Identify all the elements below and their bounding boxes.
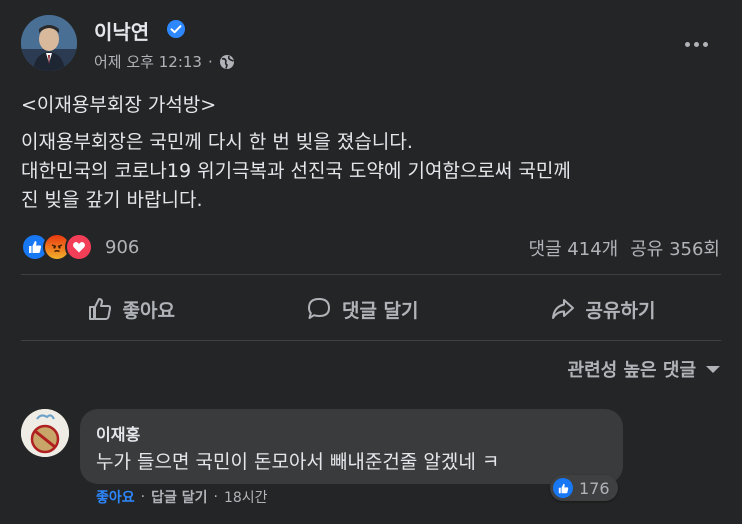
comment-reaction-badge[interactable]: 176 [550,475,618,501]
comment-time[interactable]: 18시간 [224,487,268,507]
divider [21,274,721,275]
share-button-label: 공유하기 [585,299,656,322]
separator: · [140,489,146,505]
post-title: <이재용부회장 가석방> [21,94,217,116]
separator: · [213,489,218,505]
post-time[interactable]: 어제 오후 12:13 [94,51,202,72]
commenter-name[interactable]: 이재홍 [96,421,140,445]
comment-like-button[interactable]: 좋아요 [96,487,135,507]
comment-button-label: 댓글 달기 [341,299,419,322]
comment-sort-label: 관련성 높은 댓글 [567,360,696,381]
share-arrow-icon [551,299,574,319]
comment-bubble: 이재홍 누가 들으면 국민이 돈모아서 빼내준건줄 알겠네 ㅋ [80,409,623,484]
engagement-counts: 댓글 414개 공유 356회 [528,235,720,261]
comments-count[interactable]: 댓글 414개 [528,235,618,261]
caret-down-icon [706,365,720,373]
author-name[interactable]: 이낙연 [94,16,149,45]
shares-count[interactable]: 공유 356회 [630,235,720,261]
reaction-count: 906 [105,236,140,258]
comment-actions: 좋아요 · 답글 달기 · 18시간 [96,487,268,507]
comment-sort-dropdown[interactable]: 관련성 높은 댓글 [568,356,720,382]
like-button[interactable]: 좋아요 [63,288,199,331]
post-body-line: 대한민국의 코로나19 위기극복과 선진국 도약에 기여함으로써 국민께 [21,160,571,182]
verified-badge-icon [167,20,185,38]
comment-button[interactable]: 댓글 달기 [282,288,443,331]
post-body-line: 진 빚을 갚기 바랍니다. [21,189,203,211]
comment-reply-button[interactable]: 답글 달기 [151,487,207,507]
love-reaction-icon [65,233,93,261]
reactions-summary[interactable]: 906 [21,233,139,261]
post-body-line: 이재용부회장은 국민께 다시 한 번 빚을 졌습니다. [21,131,413,153]
more-options-icon[interactable] [676,32,716,56]
meta-separator: · [207,52,213,71]
post-meta: 어제 오후 12:13 · [94,51,235,72]
post-card: 이낙연 어제 오후 12:13 · <이재용부회장 가석방> 이재용부회장은 국… [0,0,742,524]
action-bar: 좋아요 댓글 달기 공유하기 [21,280,721,338]
comment-bubble-icon [307,298,330,319]
post-body: 이재용부회장은 국민께 다시 한 번 빚을 졌습니다. 대한민국의 코로나19 … [21,128,571,215]
share-button[interactable]: 공유하기 [526,288,680,331]
comment-text: 누가 들으면 국민이 돈모아서 빼내준건줄 알겠네 ㅋ [96,451,500,473]
like-reaction-icon [553,478,573,498]
commenter-avatar[interactable] [21,409,69,457]
comment-like-count: 176 [579,478,610,498]
globe-icon [219,54,234,69]
divider [21,340,721,341]
like-button-label: 좋아요 [122,299,175,322]
author-avatar[interactable] [21,15,77,71]
thumbs-up-icon [88,298,111,320]
